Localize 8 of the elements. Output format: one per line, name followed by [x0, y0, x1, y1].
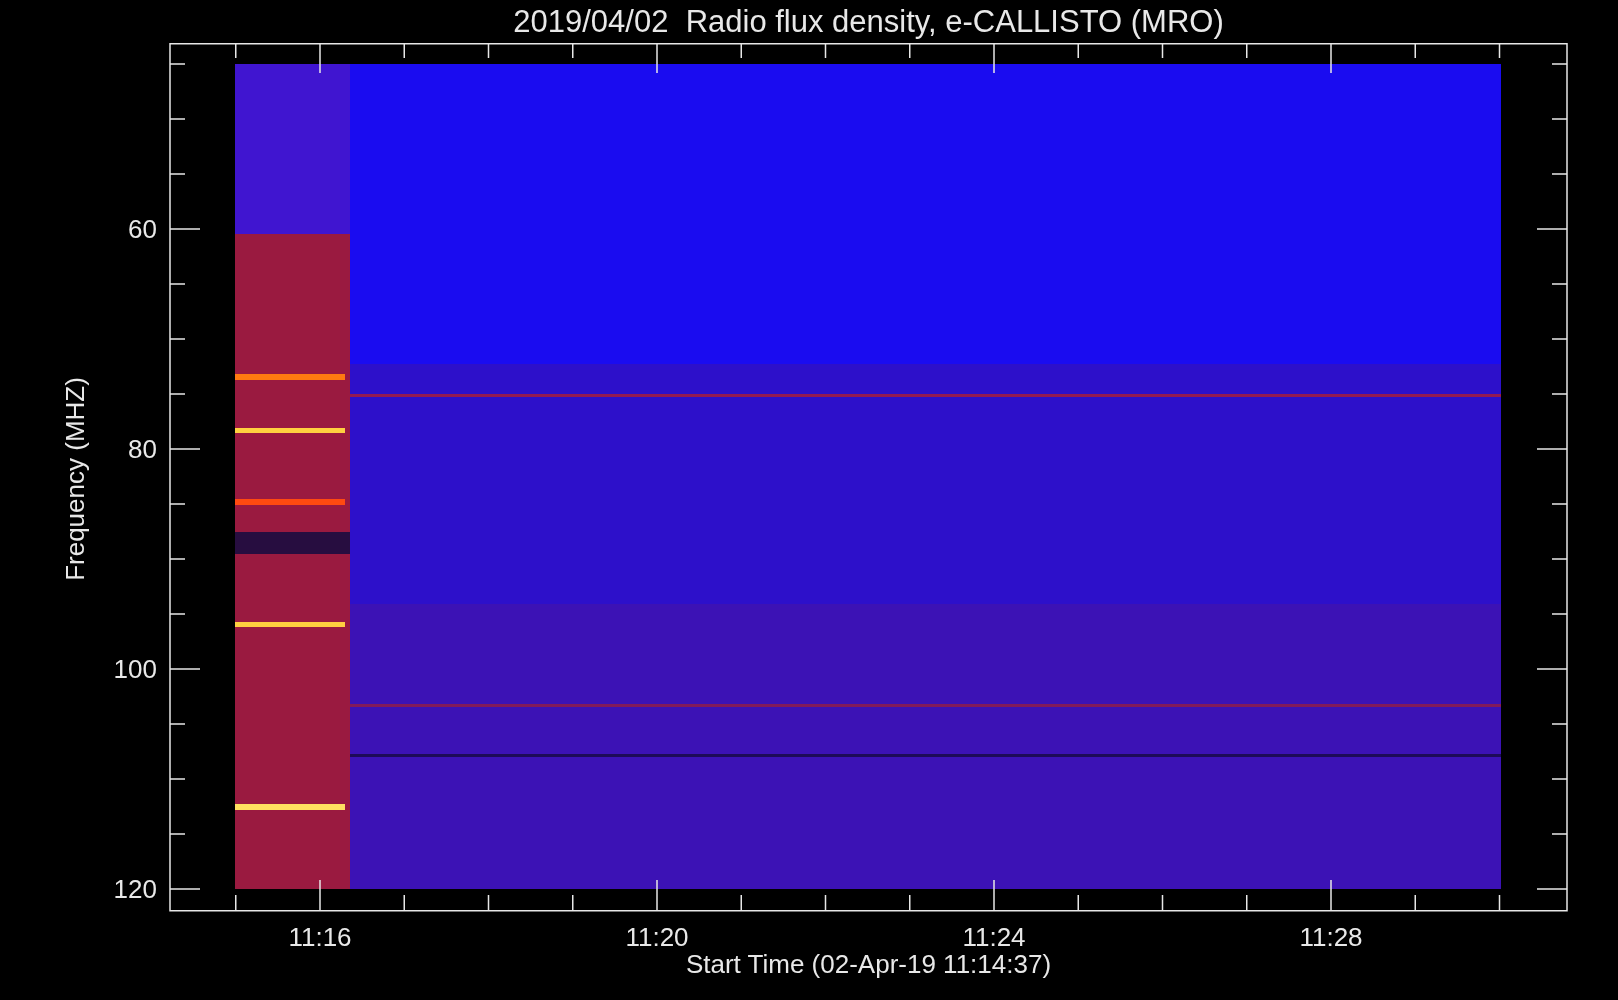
- axis-tick-label: 11:16: [288, 922, 352, 952]
- axis-tick-label: 60: [128, 214, 157, 244]
- chart-title: 2019/04/02 Radio flux density, e-CALLISTO (MRO): [513, 3, 1224, 40]
- axis-tick-label: 100: [113, 654, 157, 684]
- axis-tick-label: 120: [113, 874, 157, 904]
- axis-title: Frequency (MHZ): [60, 377, 90, 581]
- axis-tick-label: 80: [128, 434, 157, 464]
- axis-tick-label: 11:28: [1299, 922, 1363, 952]
